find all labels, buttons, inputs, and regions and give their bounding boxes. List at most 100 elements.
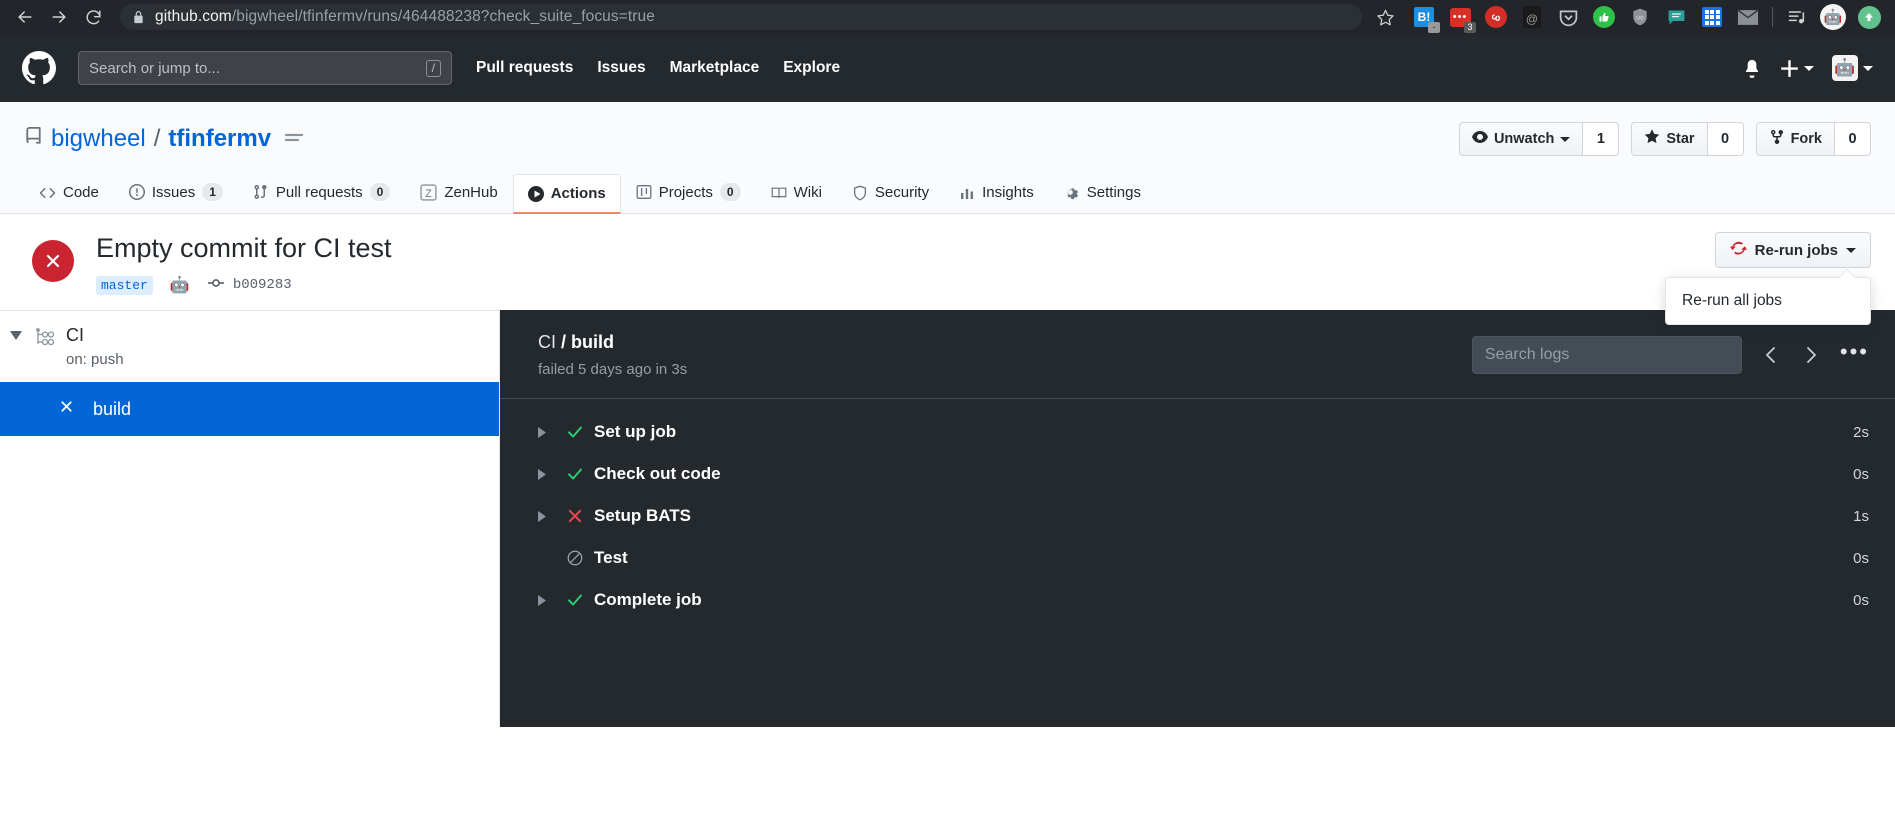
step-row[interactable]: Set up job 2s xyxy=(500,411,1895,453)
step-row[interactable]: Complete job 0s xyxy=(500,579,1895,621)
tab-code[interactable]: Code xyxy=(24,173,114,213)
chevron-left-icon[interactable] xyxy=(1760,345,1782,365)
triangle-right-icon[interactable] xyxy=(538,510,560,522)
browser-reload-button[interactable] xyxy=(76,2,110,32)
breadcrumb-job: build xyxy=(571,332,615,353)
check-icon xyxy=(560,423,594,441)
tab-wiki[interactable]: Wiki xyxy=(756,173,837,213)
apps-grid-extension-icon[interactable] xyxy=(1694,0,1730,34)
create-new-menu[interactable] xyxy=(1780,59,1814,78)
tab-label: Issues xyxy=(151,183,196,201)
breadcrumb: CI / build xyxy=(538,332,687,353)
rerun-jobs-label: Re-run jobs xyxy=(1754,241,1838,259)
lock-icon xyxy=(132,10,145,25)
branch-badge[interactable]: master xyxy=(96,275,153,295)
commit-sha[interactable]: b009283 xyxy=(207,275,292,296)
workflow-name: CI xyxy=(66,325,84,346)
step-row[interactable]: Setup BATS 1s xyxy=(500,495,1895,537)
chat-extension-icon[interactable]: ••• 3 xyxy=(1442,0,1478,34)
kebab-horizontal-icon[interactable]: ••• xyxy=(1840,341,1869,363)
bell-icon[interactable] xyxy=(1742,58,1762,78)
browser-back-button[interactable] xyxy=(8,2,42,32)
rerun-jobs-button[interactable]: Re-run jobs xyxy=(1714,232,1871,268)
evernote-extension-icon[interactable]: @ xyxy=(1514,0,1550,34)
tab-label: Settings xyxy=(1086,184,1141,201)
url-path: /bigwheel/tfinfermv/runs/464488238?check… xyxy=(231,8,655,25)
author-avatar-icon: 🤖 xyxy=(169,277,190,295)
fork-button[interactable]: Fork xyxy=(1755,122,1835,156)
star-button-group: Star 0 xyxy=(1631,122,1744,156)
tab-security[interactable]: Security xyxy=(837,173,944,213)
ublock-extension-icon[interactable]: uo xyxy=(1622,0,1658,34)
chevron-down-icon xyxy=(1560,136,1571,142)
nav-marketplace[interactable]: Marketplace xyxy=(670,59,760,77)
tab-issues[interactable]: Issues 1 xyxy=(114,172,238,213)
watch-count[interactable]: 1 xyxy=(1583,122,1620,156)
browser-forward-button[interactable] xyxy=(42,2,76,32)
lastpass-extension-icon[interactable] xyxy=(1478,0,1514,34)
thumbs-up-extension-icon[interactable] xyxy=(1586,0,1622,34)
step-row[interactable]: Check out code 0s xyxy=(500,453,1895,495)
address-bar[interactable]: github.com/bigwheel/tfinfermv/runs/46448… xyxy=(120,4,1362,30)
tab-actions[interactable]: Actions xyxy=(512,174,621,214)
triangle-right-icon[interactable] xyxy=(538,468,560,480)
search-input[interactable] xyxy=(89,59,426,77)
bang-extension-icon[interactable]: B! - xyxy=(1406,0,1442,34)
chevron-right-icon[interactable] xyxy=(1800,345,1822,365)
tab-settings[interactable]: Settings xyxy=(1049,173,1156,213)
fork-count[interactable]: 0 xyxy=(1835,122,1871,156)
rerun-jobs-wrapper: Re-run jobs Re-run all jobs xyxy=(1665,232,1871,325)
check-icon xyxy=(560,591,594,609)
step-row[interactable]: Test 0s xyxy=(500,537,1895,579)
nav-pull-requests[interactable]: Pull requests xyxy=(476,59,573,77)
star-count[interactable]: 0 xyxy=(1707,122,1744,156)
unwatch-button[interactable]: Unwatch xyxy=(1458,122,1584,156)
account-menu[interactable]: 🤖 xyxy=(1832,55,1873,81)
page-title: Empty commit for CI test xyxy=(96,233,392,263)
menu-item-rerun-all-jobs[interactable]: Re-run all jobs xyxy=(1666,282,1870,320)
workflow-summary-row[interactable]: CI on: push xyxy=(0,311,499,382)
nav-explore[interactable]: Explore xyxy=(783,59,840,77)
nav-issues[interactable]: Issues xyxy=(597,59,645,77)
triangle-right-icon[interactable] xyxy=(538,426,560,438)
search-logs-box[interactable] xyxy=(1471,336,1742,375)
jobs-sidebar: CI on: push build xyxy=(0,310,500,728)
pocket-extension-icon[interactable] xyxy=(1550,0,1586,34)
star-button[interactable]: Star xyxy=(1631,122,1708,156)
shield-icon xyxy=(852,185,868,201)
tab-zenhub[interactable]: Z ZenHub xyxy=(405,173,512,213)
global-header-actions: 🤖 xyxy=(1742,55,1873,81)
triangle-down-icon[interactable] xyxy=(6,325,26,341)
chevron-down-icon xyxy=(1804,65,1814,71)
global-search-box[interactable]: / xyxy=(78,51,452,85)
repo-owner-link[interactable]: bigwheel xyxy=(51,125,146,153)
sidebar-job-label: build xyxy=(93,398,132,419)
repo-book-icon xyxy=(24,125,43,153)
job-log-controls: ••• xyxy=(1471,336,1869,375)
tab-insights[interactable]: Insights xyxy=(944,173,1049,213)
step-name: Test xyxy=(594,548,628,568)
github-mark-icon[interactable] xyxy=(22,51,56,85)
sidebar-job-build[interactable]: build xyxy=(0,382,499,437)
notes-extension-icon[interactable] xyxy=(1658,0,1694,34)
mail-extension-icon[interactable] xyxy=(1730,0,1766,34)
tab-label: Insights xyxy=(982,184,1034,201)
search-logs-input[interactable] xyxy=(1484,337,1729,374)
repo-name-link[interactable]: tfinfermv xyxy=(168,125,271,153)
step-duration: 2s xyxy=(1853,423,1869,441)
step-duration: 0s xyxy=(1853,549,1869,567)
upload-extension-icon[interactable] xyxy=(1851,0,1887,34)
tab-pull-requests[interactable]: Pull requests 0 xyxy=(238,172,405,213)
bookmark-star-icon[interactable] xyxy=(1370,8,1400,27)
step-name: Set up job xyxy=(594,422,677,442)
playlist-extension-icon[interactable] xyxy=(1779,0,1815,34)
tab-counter: 0 xyxy=(719,183,741,201)
profile-avatar-icon[interactable]: 🤖 xyxy=(1815,0,1851,34)
fork-label: Fork xyxy=(1790,131,1822,147)
issue-opened-icon xyxy=(128,184,145,200)
kebab-list-icon[interactable] xyxy=(284,125,304,153)
triangle-right-icon[interactable] xyxy=(538,594,560,606)
url-text: github.com/bigwheel/tfinfermv/runs/46448… xyxy=(155,8,655,26)
tab-projects[interactable]: Projects 0 xyxy=(621,172,756,213)
tab-label: Wiki xyxy=(793,184,822,201)
